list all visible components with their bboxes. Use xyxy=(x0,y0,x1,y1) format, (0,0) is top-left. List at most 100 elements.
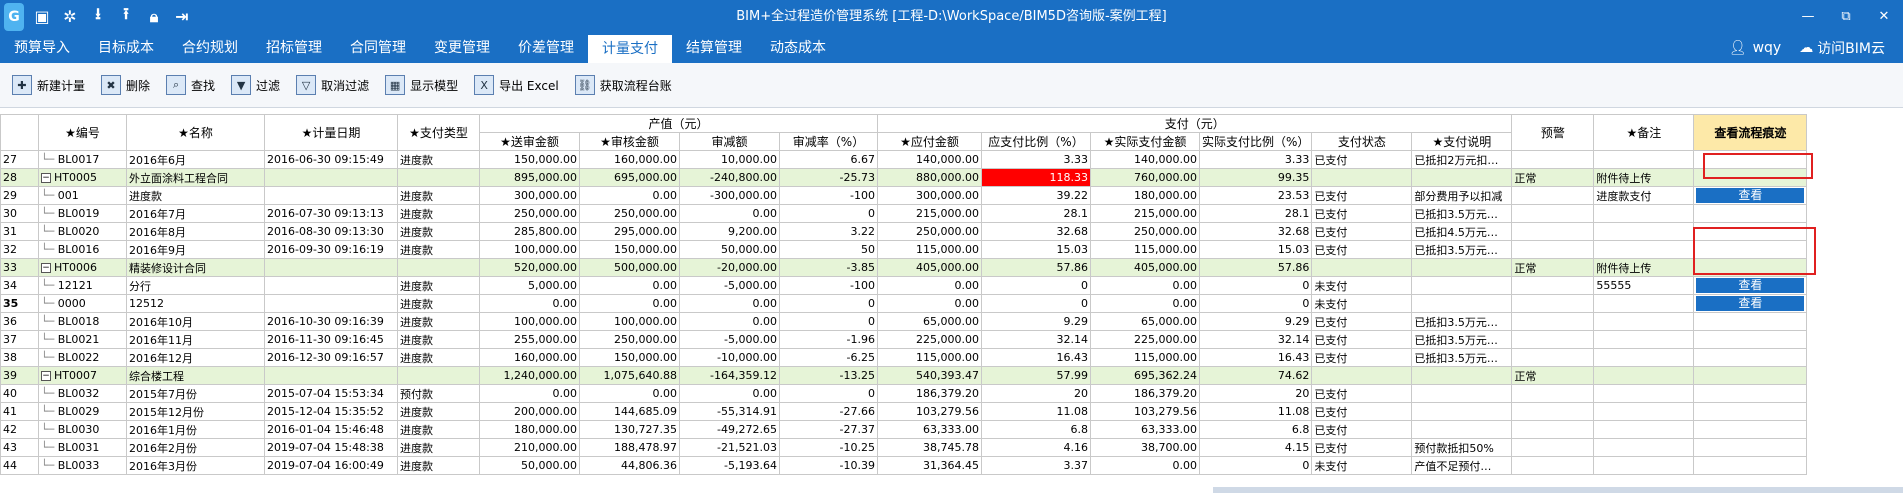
cell-date[interactable] xyxy=(264,276,398,295)
cell-type[interactable]: 进度款 xyxy=(397,276,480,295)
cell-type[interactable]: 进度款 xyxy=(397,186,480,205)
cell-warn[interactable] xyxy=(1511,384,1595,403)
view-trace-button[interactable]: 查看 xyxy=(1696,278,1805,293)
cell-red[interactable]: -5,000.00 xyxy=(679,276,780,295)
cell-warn[interactable] xyxy=(1511,420,1595,439)
cell-pay[interactable]: 65,000.00 xyxy=(877,312,982,331)
cell-desc[interactable]: 已抵扣3.5万元… xyxy=(1411,240,1513,259)
cell-sub[interactable]: 300,000.00 xyxy=(479,186,580,205)
header-payable-ratio[interactable]: 应支付比例（%） xyxy=(981,132,1091,151)
table-row[interactable]: 29 └─ 001 进度款 进度款 300,000.00 0.00 -300,000.00-… xyxy=(0,186,1808,205)
cell-status[interactable]: 已支付 xyxy=(1311,330,1413,349)
header-audited[interactable]: ★审核金额 xyxy=(579,132,680,151)
cell-code[interactable]: └─ BL0029 xyxy=(38,402,127,421)
cell-pr[interactable]: 32.14 xyxy=(981,330,1091,349)
user-icon[interactable]: 👤︎ xyxy=(1729,40,1747,56)
cell-act[interactable]: 695,362.24 xyxy=(1090,366,1200,385)
get-workflow-ledger-button[interactable]: ⛓ 获取流程台账 xyxy=(574,75,672,95)
cell-pr[interactable]: 9.29 xyxy=(981,312,1091,331)
cell-pr[interactable]: 4.16 xyxy=(981,438,1091,457)
cell-pay[interactable]: 115,000.00 xyxy=(877,348,982,367)
cell-sub[interactable]: 520,000.00 xyxy=(479,258,580,277)
cell-pay[interactable]: 0.00 xyxy=(877,294,982,313)
cell-date[interactable]: 2016-08-30 09:13:30 xyxy=(264,222,398,241)
table-row[interactable]: 31 └─ BL0020 2016年8月 2016-08-30 09:13:30 进度款… xyxy=(0,222,1808,241)
cell-code[interactable]: └─ 001 xyxy=(38,186,127,205)
cell-name[interactable]: 综合楼工程 xyxy=(126,366,265,385)
cell-name[interactable]: 2016年9月 xyxy=(126,240,265,259)
cell-pay[interactable]: 38,745.78 xyxy=(877,438,982,457)
cell-warn[interactable] xyxy=(1511,348,1595,367)
table-row[interactable]: 38 └─ BL0022 2016年12月 2016-12-30 09:16:57 进度… xyxy=(0,348,1808,367)
cell-name[interactable]: 12512 xyxy=(126,294,265,313)
cell-act[interactable]: 0.00 xyxy=(1090,276,1200,295)
cell-pay[interactable]: 0.00 xyxy=(877,276,982,295)
cell-note[interactable] xyxy=(1593,402,1695,421)
cell-pr[interactable]: 3.37 xyxy=(981,456,1091,475)
cell-date[interactable]: 2016-10-30 09:16:39 xyxy=(264,312,398,331)
cell-red[interactable]: -10,000.00 xyxy=(679,348,780,367)
cell-sub[interactable]: 50,000.00 xyxy=(479,456,580,475)
header-code[interactable]: ★编号 xyxy=(38,114,127,151)
collapse-icon[interactable]: − xyxy=(41,371,51,381)
cell-aud[interactable]: 100,000.00 xyxy=(579,312,680,331)
cell-rate[interactable]: 3.22 xyxy=(779,222,878,241)
cell-desc[interactable]: 部分费用予以扣减 xyxy=(1411,186,1513,205)
cell-desc[interactable] xyxy=(1411,258,1513,277)
cell-status[interactable]: 已支付 xyxy=(1311,222,1413,241)
cell-ar[interactable]: 74.62 xyxy=(1198,366,1313,385)
cell-act[interactable]: 103,279.56 xyxy=(1090,402,1200,421)
cell-desc[interactable]: 已抵扣4.5万元… xyxy=(1411,222,1513,241)
cell-aud[interactable]: 0.00 xyxy=(579,186,680,205)
cell-status[interactable] xyxy=(1311,258,1413,277)
cell-aud[interactable]: 144,685.09 xyxy=(579,402,680,421)
cell-pr[interactable]: 20 xyxy=(981,384,1091,403)
cell-ar[interactable]: 6.8 xyxy=(1198,420,1313,439)
cell-type[interactable] xyxy=(397,168,480,187)
cell-date[interactable]: 2016-09-30 09:16:19 xyxy=(264,240,398,259)
cell-act[interactable]: 215,000.00 xyxy=(1090,204,1200,223)
cell-code[interactable]: └─ BL0030 xyxy=(38,420,127,439)
cell-date[interactable]: 2015-07-04 15:53:34 xyxy=(264,384,398,403)
cell-sub[interactable]: 150,000.00 xyxy=(479,150,580,169)
cell-name[interactable]: 精装修设计合同 xyxy=(126,258,265,277)
cell-note[interactable] xyxy=(1593,150,1695,169)
cell-act[interactable]: 38,700.00 xyxy=(1090,438,1200,457)
cell-sub[interactable]: 285,800.00 xyxy=(479,222,580,241)
cell-date[interactable]: 2015-12-04 15:35:52 xyxy=(264,402,398,421)
cell-ar[interactable]: 11.08 xyxy=(1198,402,1313,421)
cell-name[interactable]: 分行 xyxy=(126,276,265,295)
cell-sub[interactable]: 200,000.00 xyxy=(479,402,580,421)
cell-desc[interactable] xyxy=(1411,276,1513,295)
cell-date[interactable]: 2016-12-30 09:16:57 xyxy=(264,348,398,367)
table-row[interactable]: 32 └─ BL0016 2016年9月 2016-09-30 09:16:19 进度款… xyxy=(0,240,1808,259)
cell-ar[interactable]: 99.35 xyxy=(1198,168,1313,187)
cloud-icon[interactable]: ☁ xyxy=(1799,40,1813,56)
cell-name[interactable]: 2016年8月 xyxy=(126,222,265,241)
cell-act[interactable]: 63,333.00 xyxy=(1090,420,1200,439)
cell-code[interactable]: └─ BL0032 xyxy=(38,384,127,403)
cell-type[interactable]: 进度款 xyxy=(397,204,480,223)
cell-desc[interactable] xyxy=(1411,366,1513,385)
close-button[interactable]: ✕ xyxy=(1865,0,1903,33)
cancel-filter-button[interactable]: ▽ 取消过滤 xyxy=(296,75,369,95)
cell-red[interactable]: -49,272.65 xyxy=(679,420,780,439)
cell-desc[interactable] xyxy=(1411,168,1513,187)
header-view-trace[interactable]: 查看流程痕迹 xyxy=(1693,114,1808,151)
cell-date[interactable] xyxy=(264,258,398,277)
cell-type[interactable]: 预付款 xyxy=(397,384,480,403)
cell-pay[interactable]: 215,000.00 xyxy=(877,204,982,223)
cell-status[interactable]: 已支付 xyxy=(1311,402,1413,421)
cell-act[interactable]: 65,000.00 xyxy=(1090,312,1200,331)
cell-pay[interactable]: 140,000.00 xyxy=(877,150,982,169)
cell-type[interactable] xyxy=(397,366,480,385)
cell-sub[interactable]: 1,240,000.00 xyxy=(479,366,580,385)
cell-rate[interactable]: 0 xyxy=(779,312,878,331)
cell-sub[interactable]: 180,000.00 xyxy=(479,420,580,439)
cell-warn[interactable] xyxy=(1511,294,1595,313)
cell-aud[interactable]: 0.00 xyxy=(579,384,680,403)
cell-desc[interactable] xyxy=(1411,294,1513,313)
cell-ar[interactable]: 28.1 xyxy=(1198,204,1313,223)
cell-status[interactable]: 未支付 xyxy=(1311,456,1413,475)
collapse-icon[interactable]: − xyxy=(41,263,51,273)
